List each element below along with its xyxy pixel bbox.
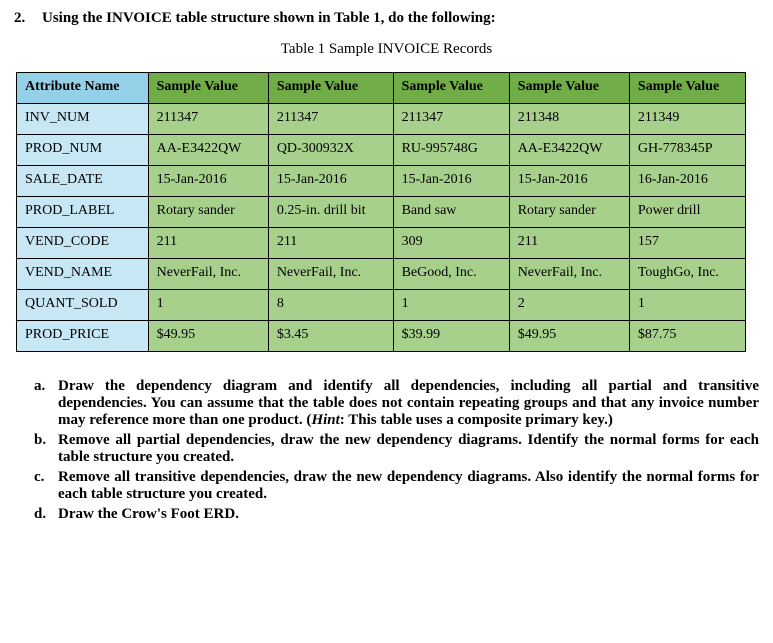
data-cell: Power drill: [629, 197, 745, 228]
data-cell: 0.25-in. drill bit: [268, 197, 393, 228]
question-letter: a.: [34, 378, 58, 429]
question-d: d. Draw the Crow's Foot ERD.: [34, 506, 759, 523]
question-letter: d.: [34, 506, 58, 523]
header-sample-value: Sample Value: [148, 73, 268, 104]
header-sample-value: Sample Value: [509, 73, 629, 104]
data-cell: 211348: [509, 104, 629, 135]
question-heading: 2. Using the INVOICE table structure sho…: [14, 10, 759, 27]
table-header-row: Attribute Name Sample Value Sample Value…: [17, 73, 746, 104]
question-letter: b.: [34, 432, 58, 466]
data-cell: 15-Jan-2016: [148, 166, 268, 197]
table-caption: Table 1 Sample INVOICE Records: [14, 41, 759, 58]
header-sample-value: Sample Value: [629, 73, 745, 104]
data-cell: QD-300932X: [268, 135, 393, 166]
data-cell: AA-E3422QW: [148, 135, 268, 166]
data-cell: 1: [393, 290, 509, 321]
attr-cell: PROD_NUM: [17, 135, 149, 166]
data-cell: 2: [509, 290, 629, 321]
data-cell: NeverFail, Inc.: [268, 259, 393, 290]
data-cell: 15-Jan-2016: [268, 166, 393, 197]
data-cell: BeGood, Inc.: [393, 259, 509, 290]
attr-cell: PROD_LABEL: [17, 197, 149, 228]
attr-cell: SALE_DATE: [17, 166, 149, 197]
data-cell: 8: [268, 290, 393, 321]
attr-cell: PROD_PRICE: [17, 321, 149, 352]
question-letter: c.: [34, 469, 58, 503]
data-cell: 211347: [148, 104, 268, 135]
data-cell: 211347: [268, 104, 393, 135]
hint-label: Hint: [311, 412, 339, 428]
data-cell: GH-778345P: [629, 135, 745, 166]
question-b: b. Remove all partial dependencies, draw…: [34, 432, 759, 466]
question-c: c. Remove all transitive dependencies, d…: [34, 469, 759, 503]
data-cell: 16-Jan-2016: [629, 166, 745, 197]
question-d-text: Draw the Crow's Foot ERD.: [58, 506, 759, 523]
data-cell: ToughGo, Inc.: [629, 259, 745, 290]
sub-questions: a. Draw the dependency diagram and ident…: [34, 378, 759, 523]
data-cell: $49.95: [148, 321, 268, 352]
data-cell: 157: [629, 228, 745, 259]
data-cell: 15-Jan-2016: [509, 166, 629, 197]
table-row: VEND_CODE211211309211157: [17, 228, 746, 259]
question-number: 2.: [14, 10, 42, 27]
question-a-text: Draw the dependency diagram and identify…: [58, 378, 759, 429]
data-cell: 211347: [393, 104, 509, 135]
table-body: INV_NUM211347211347211347211348211349PRO…: [17, 104, 746, 352]
header-sample-value: Sample Value: [393, 73, 509, 104]
question-text: Using the INVOICE table structure shown …: [42, 10, 496, 27]
data-cell: NeverFail, Inc.: [148, 259, 268, 290]
header-sample-value: Sample Value: [268, 73, 393, 104]
question-a: a. Draw the dependency diagram and ident…: [34, 378, 759, 429]
data-cell: RU-995748G: [393, 135, 509, 166]
question-b-text: Remove all partial dependencies, draw th…: [58, 432, 759, 466]
data-cell: NeverFail, Inc.: [509, 259, 629, 290]
table-row: PROD_LABELRotary sander0.25-in. drill bi…: [17, 197, 746, 228]
attr-cell: INV_NUM: [17, 104, 149, 135]
data-cell: 211349: [629, 104, 745, 135]
data-cell: 211: [268, 228, 393, 259]
question-c-text: Remove all transitive dependencies, draw…: [58, 469, 759, 503]
data-cell: $49.95: [509, 321, 629, 352]
data-cell: $39.99: [393, 321, 509, 352]
table-row: SALE_DATE15-Jan-201615-Jan-201615-Jan-20…: [17, 166, 746, 197]
table-row: VEND_NAMENeverFail, Inc.NeverFail, Inc.B…: [17, 259, 746, 290]
data-cell: $87.75: [629, 321, 745, 352]
invoice-table: Attribute Name Sample Value Sample Value…: [16, 72, 746, 352]
table-row: PROD_NUMAA-E3422QWQD-300932XRU-995748GAA…: [17, 135, 746, 166]
table-row: QUANT_SOLD18121: [17, 290, 746, 321]
data-cell: AA-E3422QW: [509, 135, 629, 166]
data-cell: 1: [629, 290, 745, 321]
data-cell: Rotary sander: [509, 197, 629, 228]
data-cell: $3.45: [268, 321, 393, 352]
data-cell: Rotary sander: [148, 197, 268, 228]
data-cell: 211: [509, 228, 629, 259]
attr-cell: VEND_CODE: [17, 228, 149, 259]
table-row: INV_NUM211347211347211347211348211349: [17, 104, 746, 135]
header-attribute-name: Attribute Name: [17, 73, 149, 104]
attr-cell: QUANT_SOLD: [17, 290, 149, 321]
attr-cell: VEND_NAME: [17, 259, 149, 290]
table-row: PROD_PRICE$49.95$3.45$39.99$49.95$87.75: [17, 321, 746, 352]
data-cell: Band saw: [393, 197, 509, 228]
data-cell: 309: [393, 228, 509, 259]
data-cell: 15-Jan-2016: [393, 166, 509, 197]
data-cell: 1: [148, 290, 268, 321]
data-cell: 211: [148, 228, 268, 259]
